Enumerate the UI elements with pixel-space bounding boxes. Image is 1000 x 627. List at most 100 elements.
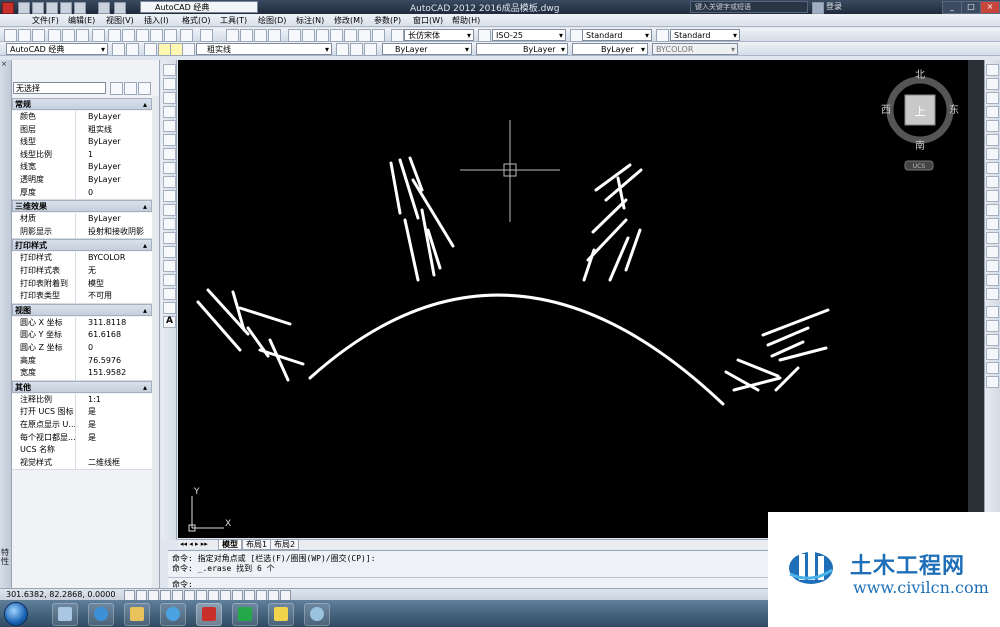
property-row[interactable]: 打印表附着到 模型 bbox=[12, 277, 152, 292]
ellipse-icon[interactable] bbox=[163, 190, 176, 202]
property-row[interactable]: 注释比例 1:1 bbox=[12, 393, 152, 408]
lock-icon[interactable] bbox=[182, 43, 195, 56]
viewcube-west[interactable]: 西 bbox=[881, 105, 891, 116]
undo-icon[interactable] bbox=[180, 29, 193, 42]
taskbar-wps-sheet-icon[interactable] bbox=[232, 603, 258, 626]
insert-block-icon[interactable] bbox=[163, 218, 176, 230]
glyph-right[interactable] bbox=[724, 308, 830, 392]
print-icon[interactable] bbox=[74, 2, 86, 14]
property-section-header[interactable]: 视图 ▴ bbox=[12, 303, 152, 316]
property-value[interactable]: 是 bbox=[75, 431, 152, 445]
tool-palettes-icon[interactable] bbox=[316, 29, 329, 42]
send-back-icon[interactable] bbox=[986, 334, 999, 346]
collapse-arrow-icon[interactable]: ▴ bbox=[143, 382, 147, 393]
property-value[interactable]: 粗实线 bbox=[75, 123, 152, 137]
quick-select-icon[interactable] bbox=[138, 82, 151, 95]
canvas-scrollbar[interactable] bbox=[968, 60, 984, 540]
menu-tools[interactable]: 工具(T) bbox=[220, 15, 247, 26]
revision-cloud-icon[interactable] bbox=[163, 162, 176, 174]
design-center-icon[interactable] bbox=[302, 29, 315, 42]
new-icon[interactable] bbox=[4, 29, 17, 42]
paste-icon[interactable] bbox=[136, 29, 149, 42]
multileader-style-combo[interactable]: Standard bbox=[670, 29, 740, 41]
workspace-combo[interactable]: AutoCAD 经典 bbox=[6, 43, 108, 55]
lock-ui-icon[interactable] bbox=[126, 43, 139, 56]
property-value[interactable]: ByLayer bbox=[75, 161, 152, 174]
layer-combo[interactable]: 粗实线 bbox=[196, 43, 332, 55]
property-section-header[interactable]: 常规 ▴ bbox=[12, 98, 152, 110]
publish-icon[interactable] bbox=[76, 29, 89, 42]
property-value[interactable] bbox=[75, 444, 152, 457]
menu-modify[interactable]: 修改(M) bbox=[334, 15, 363, 26]
property-row[interactable]: 线宽 ByLayer bbox=[12, 161, 152, 175]
tab-model[interactable]: 模型 bbox=[218, 540, 242, 550]
stretch-icon[interactable] bbox=[986, 176, 999, 188]
tab-layout1[interactable]: 布局1 bbox=[242, 540, 272, 550]
property-value[interactable]: 是 bbox=[75, 419, 152, 432]
property-section-header[interactable]: 其他 ▴ bbox=[12, 380, 152, 393]
toggle-pickadd-icon[interactable] bbox=[110, 82, 123, 95]
property-row[interactable]: 圆心 Y 坐标 61.6168 bbox=[12, 329, 152, 343]
construction-line-icon[interactable] bbox=[163, 78, 176, 90]
bring-above-icon[interactable] bbox=[986, 348, 999, 360]
property-value[interactable]: 投射和接收阴影 bbox=[75, 225, 152, 239]
menu-parameters[interactable]: 参数(P) bbox=[374, 15, 401, 26]
3d-dwf-icon[interactable] bbox=[92, 29, 105, 42]
start-button[interactable] bbox=[4, 602, 28, 626]
pan-icon[interactable] bbox=[226, 29, 239, 42]
property-row[interactable]: 颜色 ByLayer bbox=[12, 111, 152, 125]
tab-nav-arrows[interactable]: ◂◂ ◂ ▸ ▸▸ bbox=[180, 540, 208, 548]
match-properties-icon[interactable] bbox=[150, 29, 163, 42]
menu-format[interactable]: 格式(O) bbox=[182, 15, 211, 26]
taskbar-explorer-app[interactable] bbox=[52, 603, 78, 626]
property-row[interactable]: 打开 UCS 图标是 bbox=[12, 406, 152, 420]
property-value[interactable]: ByLayer bbox=[75, 213, 152, 226]
rotate-icon[interactable] bbox=[986, 148, 999, 160]
glyph-upper-left[interactable] bbox=[389, 156, 455, 282]
glyph-upper-right[interactable] bbox=[582, 163, 643, 282]
property-row[interactable]: 打印样式 BYCOLOR bbox=[12, 252, 152, 266]
copy-icon[interactable] bbox=[122, 29, 135, 42]
command-window[interactable]: 命令: 指定对角点或 [栏选(F)/圈围(WP)/圈交(CP)]: 命令: _.… bbox=[168, 550, 768, 589]
color-combo[interactable]: ByLayer bbox=[382, 43, 472, 55]
open-file-icon[interactable] bbox=[32, 2, 44, 14]
move-icon[interactable] bbox=[986, 134, 999, 146]
autocad-logo-icon[interactable] bbox=[2, 2, 14, 14]
help-icon[interactable] bbox=[372, 29, 385, 42]
maximize-button[interactable]: □ bbox=[961, 1, 981, 14]
taskbar-autocad-icon[interactable] bbox=[196, 603, 222, 626]
tab-layout2[interactable]: 布局2 bbox=[270, 540, 300, 550]
linetype-combo[interactable]: ByLayer bbox=[476, 43, 568, 55]
property-row[interactable]: 图层 粗实线 bbox=[12, 123, 152, 138]
make-current-layer-icon[interactable] bbox=[336, 43, 349, 56]
menu-dimension[interactable]: 标注(N) bbox=[296, 15, 324, 26]
property-value[interactable]: 二维线框 bbox=[75, 456, 152, 470]
property-value[interactable]: ByLayer bbox=[75, 174, 152, 187]
rectangle-icon[interactable] bbox=[163, 120, 176, 132]
taskbar-media-icon[interactable] bbox=[160, 603, 186, 626]
arc-curve[interactable] bbox=[308, 293, 725, 406]
chamfer-icon[interactable] bbox=[986, 260, 999, 272]
save-as-icon[interactable] bbox=[60, 2, 72, 14]
property-value[interactable]: BYCOLOR bbox=[75, 252, 152, 265]
arc-icon[interactable] bbox=[163, 134, 176, 146]
zoom-realtime-icon[interactable] bbox=[240, 29, 253, 42]
text-style-icon[interactable] bbox=[391, 29, 404, 42]
viewcube-south[interactable]: 南 bbox=[915, 139, 925, 152]
taskbar-folder-icon[interactable] bbox=[124, 603, 150, 626]
array-icon[interactable] bbox=[986, 120, 999, 132]
print-icon[interactable] bbox=[48, 29, 61, 42]
spline-icon[interactable] bbox=[163, 176, 176, 188]
quickcalc-icon[interactable] bbox=[358, 29, 371, 42]
property-row[interactable]: 打印样式表 无 bbox=[12, 265, 152, 279]
property-row[interactable]: 圆心 Z 坐标 0 bbox=[12, 342, 152, 356]
copy-object-icon[interactable] bbox=[986, 78, 999, 90]
lineweight-combo[interactable]: ByLayer bbox=[572, 43, 648, 55]
multiline-text-icon[interactable]: A bbox=[163, 316, 176, 328]
property-row[interactable]: 在原点显示 U... 是 bbox=[12, 419, 152, 433]
text-front-icon[interactable] bbox=[986, 376, 999, 388]
trim-icon[interactable] bbox=[986, 190, 999, 202]
menu-view[interactable]: 视图(V) bbox=[106, 15, 134, 26]
property-value[interactable]: 无 bbox=[75, 265, 152, 278]
property-value[interactable]: 模型 bbox=[75, 277, 152, 291]
